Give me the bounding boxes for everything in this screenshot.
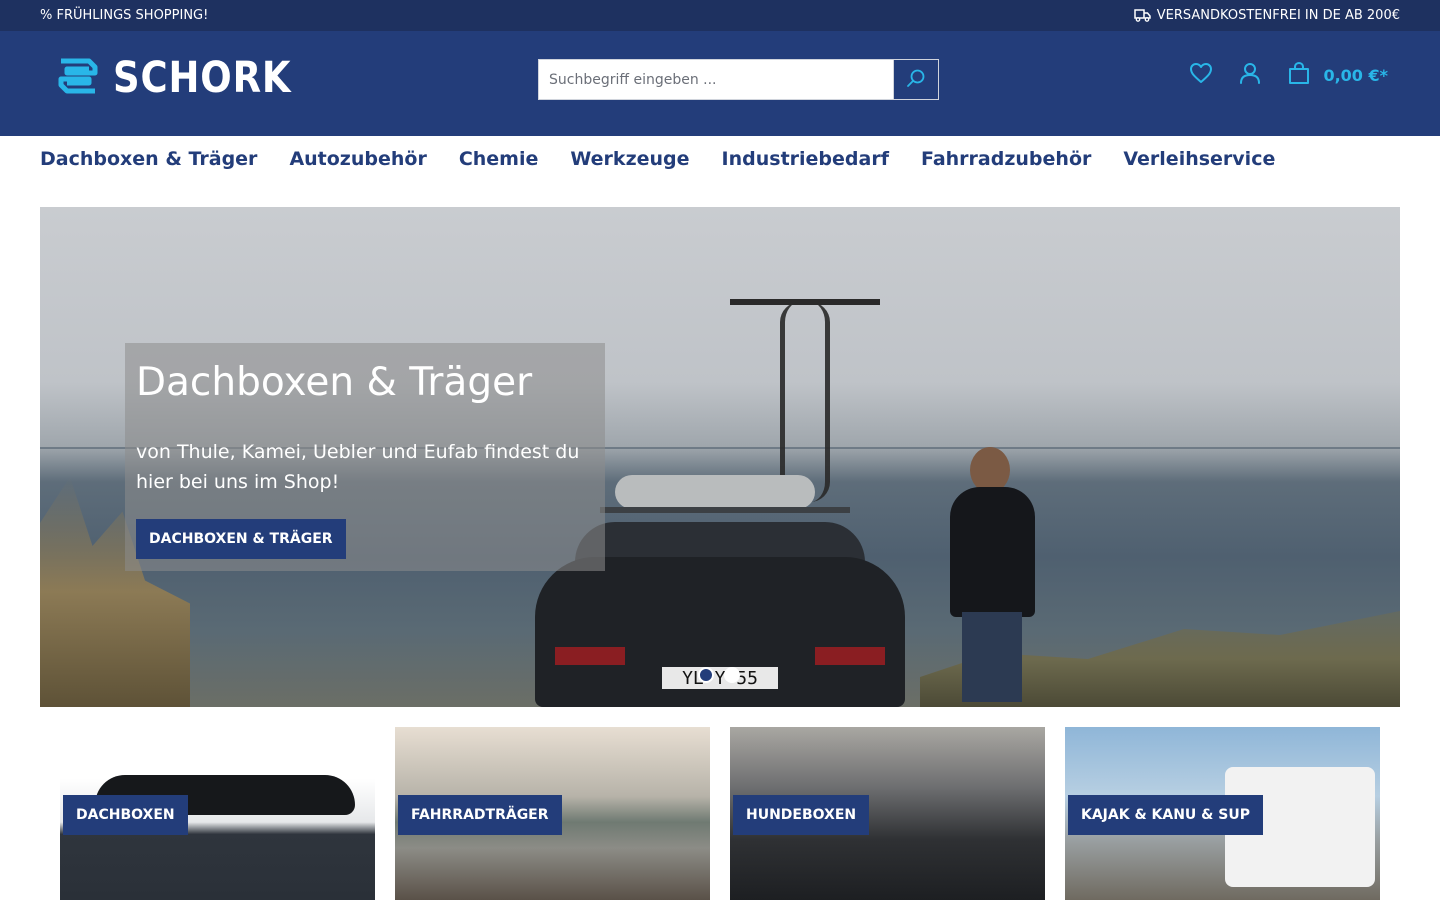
hero-title: Dachboxen & Träger bbox=[136, 360, 533, 405]
man-body bbox=[950, 487, 1035, 617]
nav-item-verleihservice[interactable]: Verleihservice bbox=[1123, 148, 1275, 170]
search-input[interactable] bbox=[538, 59, 893, 100]
header: SCHORK 0,00 €* bbox=[0, 31, 1440, 136]
cart-button[interactable]: 0,00 €* bbox=[1287, 61, 1388, 89]
nav-item-autozubehoer[interactable]: Autozubehör bbox=[289, 148, 426, 170]
search-button[interactable] bbox=[893, 59, 939, 100]
category-tile-kajak-kanu-sup[interactable]: KAJAK & KANU & SUP bbox=[1065, 727, 1380, 900]
truck-icon bbox=[1134, 9, 1151, 22]
logo-text: SCHORK bbox=[113, 53, 292, 103]
nav-item-fahrradzubehoer[interactable]: Fahrradzubehör bbox=[921, 148, 1091, 170]
nav-item-dachboxen-traeger[interactable]: Dachboxen & Träger bbox=[40, 148, 257, 170]
man-figure bbox=[940, 447, 1040, 702]
logo[interactable]: SCHORK bbox=[55, 53, 321, 103]
category-tiles: DACHBOXEN FAHRRADTRÄGER HUNDEBOXEN KAJAK… bbox=[60, 727, 1380, 900]
man-legs bbox=[962, 612, 1022, 702]
bike-on-roof bbox=[780, 302, 830, 502]
promo-text[interactable]: % FRÜHLINGS SHOPPING! bbox=[40, 8, 208, 23]
category-tile-fahrradtraeger[interactable]: FAHRRADTRÄGER bbox=[395, 727, 710, 900]
slider-dot-2[interactable] bbox=[724, 667, 740, 683]
roof-carrier bbox=[615, 475, 815, 509]
wishlist-button[interactable] bbox=[1189, 62, 1213, 88]
heart-icon bbox=[1189, 62, 1213, 88]
nav-item-werkzeuge[interactable]: Werkzeuge bbox=[570, 148, 689, 170]
hero-description: von Thule, Kamei, Uebler und Eufab finde… bbox=[136, 441, 580, 493]
shipping-info: VERSANDKOSTENFREI IN DE AB 200€ bbox=[1134, 8, 1400, 23]
hero-text-panel: Dachboxen & Träger von Thule, Kamei, Ueb… bbox=[125, 343, 605, 571]
slider-dot-1[interactable] bbox=[698, 667, 714, 683]
cart-total: 0,00 €* bbox=[1323, 65, 1388, 85]
search-icon bbox=[906, 68, 926, 91]
user-icon bbox=[1239, 62, 1261, 88]
category-label: DACHBOXEN bbox=[63, 795, 188, 835]
category-label: FAHRRADTRÄGER bbox=[398, 795, 562, 835]
top-bar: % FRÜHLINGS SHOPPING! VERSANDKOSTENFREI … bbox=[0, 0, 1440, 31]
nav-item-industriebedarf[interactable]: Industriebedarf bbox=[722, 148, 889, 170]
slider-dots bbox=[698, 667, 740, 683]
search-bar bbox=[538, 59, 939, 100]
hero-slider[interactable]: YL Y 55 Dachboxen & Träger von Thule, Ka… bbox=[40, 207, 1400, 707]
nav-item-chemie[interactable]: Chemie bbox=[459, 148, 539, 170]
account-button[interactable] bbox=[1239, 62, 1261, 88]
hero-cta-button[interactable]: DACHBOXEN & TRÄGER bbox=[136, 519, 346, 559]
cart-icon bbox=[1287, 61, 1311, 89]
car-taillight-right bbox=[815, 647, 885, 665]
car-taillight-left bbox=[555, 647, 625, 665]
category-tile-dachboxen[interactable]: DACHBOXEN bbox=[60, 727, 375, 900]
shipping-text: VERSANDKOSTENFREI IN DE AB 200€ bbox=[1156, 8, 1400, 23]
roof-rack bbox=[600, 507, 850, 513]
category-tile-hundeboxen[interactable]: HUNDEBOXEN bbox=[730, 727, 1045, 900]
header-actions: 0,00 €* bbox=[1189, 61, 1388, 89]
category-label: HUNDEBOXEN bbox=[733, 795, 870, 835]
category-label: KAJAK & KANU & SUP bbox=[1068, 795, 1263, 835]
logo-mark-icon bbox=[55, 53, 101, 103]
main-navigation: Dachboxen & Träger Autozubehör Chemie We… bbox=[0, 136, 1440, 182]
